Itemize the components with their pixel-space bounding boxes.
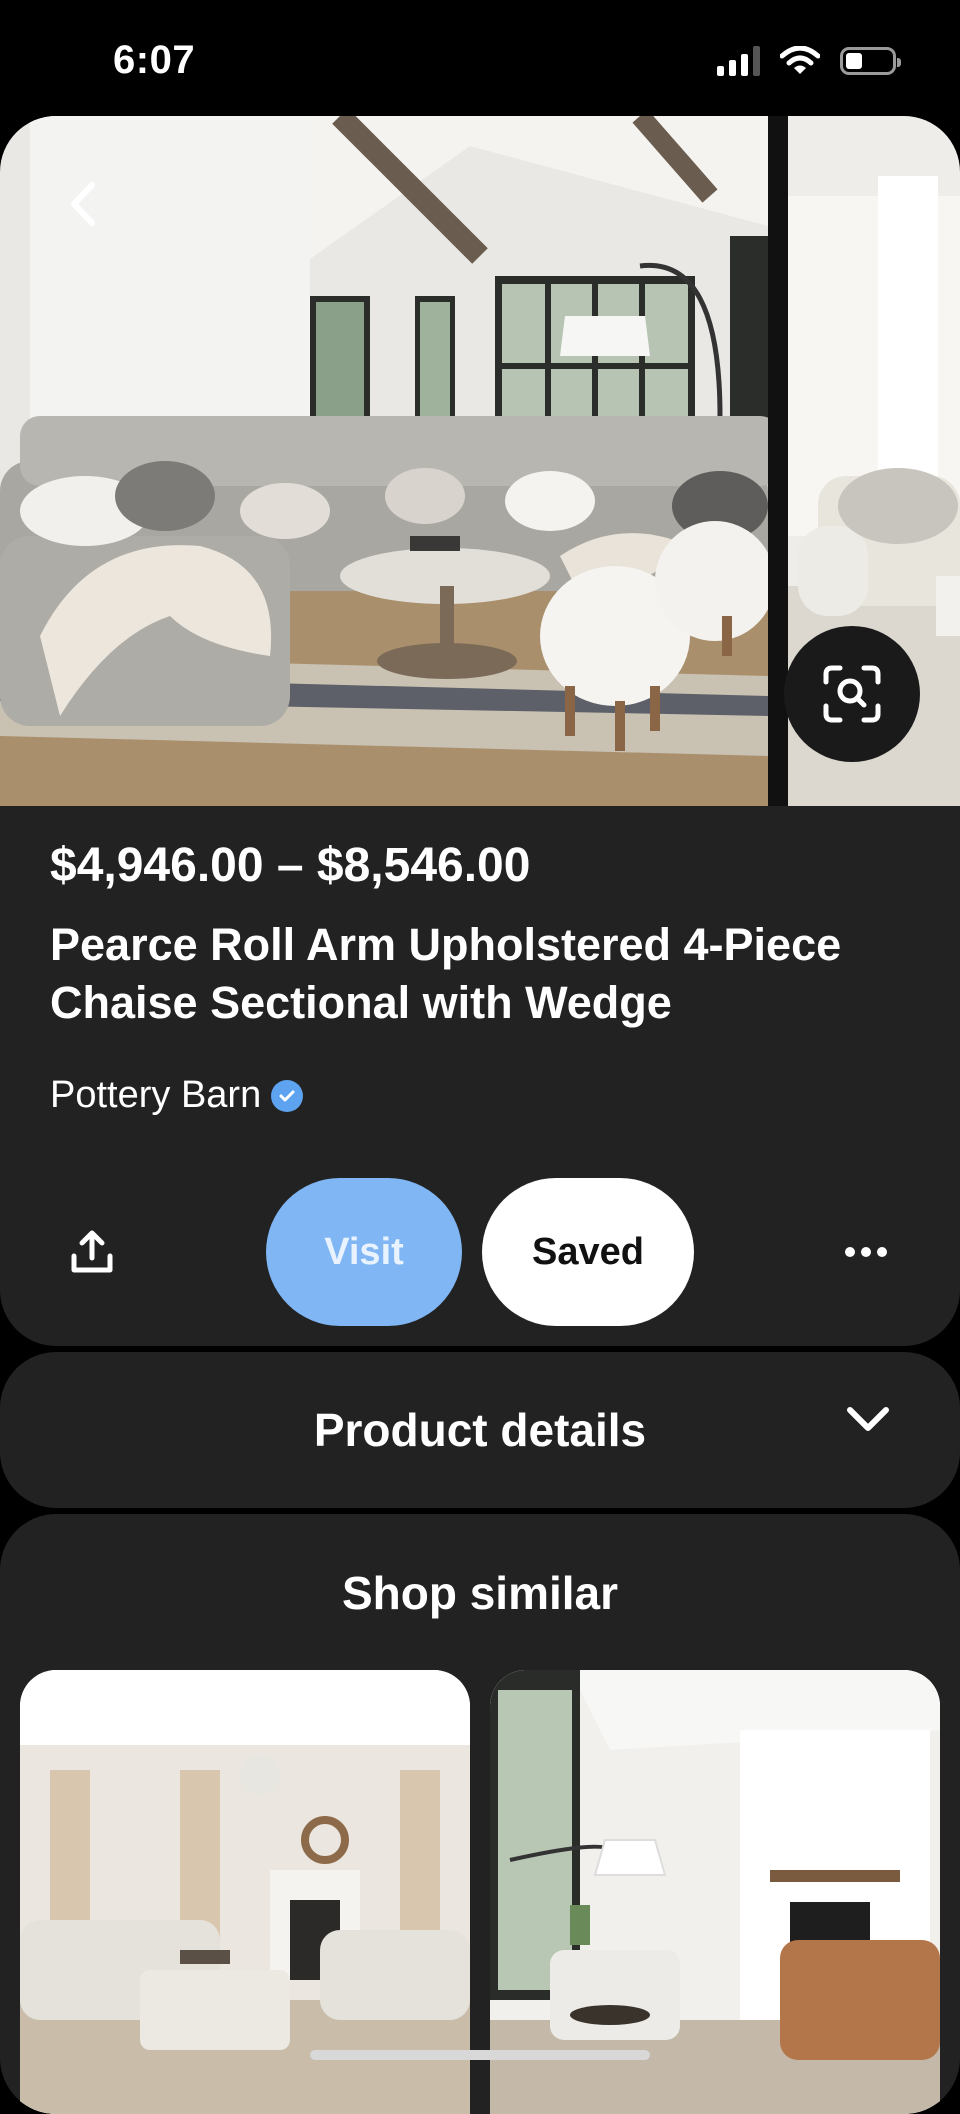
visit-button[interactable]: Visit	[266, 1178, 462, 1326]
shop-similar-title: Shop similar	[341, 1567, 619, 1619]
brand-name: Pottery Barn	[50, 1074, 262, 1116]
chevron-left-icon	[71, 182, 95, 226]
shop-similar-section: Shop similar	[0, 1514, 960, 2114]
brand-link[interactable]: Pottery Barn	[50, 1074, 304, 1117]
product-title: Pearce Roll Arm Upholstered 4-Piece Chai…	[50, 919, 842, 1028]
visual-search-button[interactable]	[784, 626, 920, 762]
share-icon	[71, 1230, 113, 1273]
more-dot	[877, 1247, 887, 1257]
product-details-toggle[interactable]: Product details	[0, 1352, 960, 1508]
battery-icon	[840, 47, 901, 75]
share-button[interactable]	[62, 1222, 122, 1282]
action-bar: Visit Saved	[0, 1178, 960, 1326]
lens-search-icon	[823, 665, 881, 723]
status-bar: 6:07	[0, 0, 960, 118]
product-card: $4,946.00 – $8,546.00 Pearce Roll Arm Up…	[0, 116, 960, 1346]
verified-badge-icon	[271, 1079, 304, 1112]
back-button[interactable]	[55, 176, 111, 232]
status-icons	[717, 46, 901, 76]
home-indicator[interactable]	[310, 2050, 650, 2060]
more-dot	[861, 1247, 871, 1257]
product-price: $4,946.00 – $8,546.00	[50, 839, 531, 892]
product-image-carousel[interactable]	[0, 116, 960, 806]
more-dot	[845, 1247, 855, 1257]
signal-icon	[717, 46, 760, 76]
product-details-label: Product details	[313, 1404, 647, 1456]
chevron-down-icon	[847, 1407, 889, 1431]
saved-button[interactable]: Saved	[482, 1178, 694, 1326]
status-time: 6:07	[113, 38, 196, 82]
similar-item-image[interactable]	[490, 1670, 940, 2114]
product-image	[0, 116, 768, 806]
wifi-icon	[780, 46, 820, 74]
similar-item-image[interactable]	[20, 1670, 470, 2114]
more-options-button[interactable]	[836, 1222, 896, 1282]
